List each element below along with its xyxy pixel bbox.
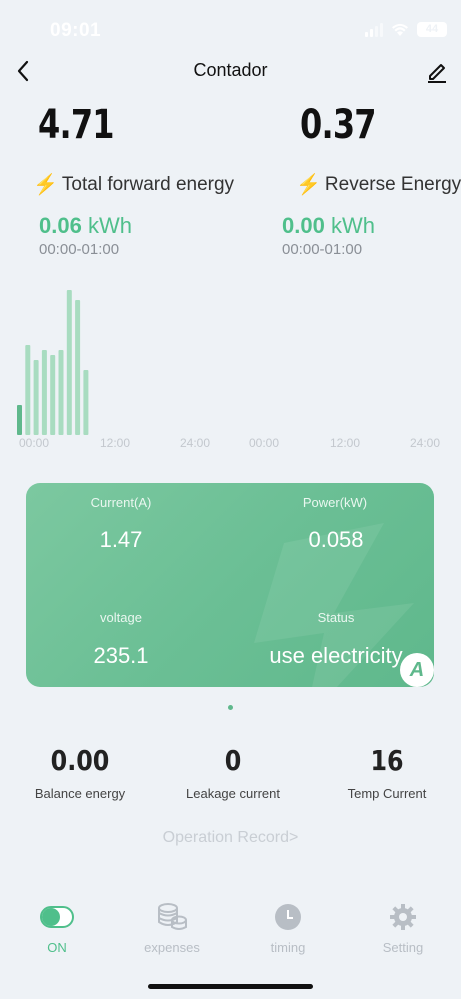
forward-energy-label: ⚡ Total forward energy xyxy=(33,172,234,197)
forward-kwh: 0.06 kWh xyxy=(39,213,132,239)
chart-bar[interactable] xyxy=(33,360,39,435)
chart-tick-label: 12:00 xyxy=(100,436,130,450)
voltage-label: voltage xyxy=(100,610,142,625)
bolt-icon: ⚡ xyxy=(33,174,58,196)
status-time: 09:01 xyxy=(50,20,102,41)
chart-tick-label: 00:00 xyxy=(249,436,279,450)
page-indicator-dot xyxy=(228,705,233,710)
chart-bar[interactable] xyxy=(83,370,89,435)
chart-bar[interactable] xyxy=(17,405,22,435)
forward-kwh-value: 0.06 xyxy=(39,213,82,238)
chart-bar[interactable] xyxy=(25,345,31,435)
metrics-card[interactable]: Current(A) 1.47 Power(kW) 0.058 voltage … xyxy=(26,483,434,687)
balance-energy-value: 0.00 xyxy=(50,744,110,777)
power-label: Power(kW) xyxy=(302,495,368,510)
signal-icon xyxy=(365,22,383,37)
reverse-kwh-value: 0.00 xyxy=(282,213,325,238)
energy-bar-chart[interactable]: 00:00 12:00 24:00 00:00 12:00 24:00 xyxy=(0,280,461,455)
bolt-icon: ⚡ xyxy=(296,174,321,196)
chart-bar[interactable] xyxy=(50,355,56,435)
nav-expenses-label: expenses xyxy=(144,940,200,955)
leakage-current-label: Leakage current xyxy=(186,786,280,801)
status-value: use electricity xyxy=(269,643,403,668)
leakage-current-value: 0 xyxy=(224,744,242,777)
wifi-icon xyxy=(392,23,408,36)
nav-setting-label: Setting xyxy=(382,940,424,955)
nav-timing[interactable]: timing xyxy=(243,900,333,955)
forward-range: 00:00-01:00 xyxy=(39,241,120,258)
reverse-kwh: 0.00 kWh xyxy=(282,213,375,239)
operation-record-link[interactable]: Operation Record> xyxy=(0,829,461,847)
forward-kwh-unit: kWh xyxy=(87,213,132,238)
reverse-energy-label: ⚡ Reverse Energy T xyxy=(296,172,461,197)
mode-badge[interactable]: A xyxy=(400,653,434,687)
nav-on-label: ON xyxy=(47,940,67,955)
clock-icon xyxy=(275,904,301,930)
pencil-icon xyxy=(428,64,446,83)
temp-current-value: 16 xyxy=(370,744,404,777)
status-icons: 44 xyxy=(365,22,447,37)
reverse-kwh-unit: kWh xyxy=(330,213,375,238)
reverse-range: 00:00-01:00 xyxy=(282,241,363,258)
temp-current-label: Temp Current xyxy=(347,786,427,801)
nav-setting[interactable]: Setting xyxy=(358,900,448,955)
battery-icon: 44 xyxy=(417,22,447,37)
page-title: Contador xyxy=(193,60,268,80)
home-indicator xyxy=(148,984,313,989)
chart-bar[interactable] xyxy=(41,350,47,435)
toggle-icon xyxy=(40,906,74,928)
power-value: 0.058 xyxy=(308,527,364,552)
chart-tick-label: 00:00 xyxy=(19,436,49,450)
current-value: 1.47 xyxy=(99,527,143,552)
edit-button[interactable] xyxy=(425,58,449,84)
chart-tick-label: 24:00 xyxy=(410,436,440,450)
forward-energy-total: 4.71 xyxy=(38,102,115,148)
coins-icon xyxy=(158,903,187,930)
current-label: Current(A) xyxy=(90,495,152,510)
chart-tick-label: 12:00 xyxy=(330,436,360,450)
chart-tick-label: 24:00 xyxy=(180,436,210,450)
chart-bar[interactable] xyxy=(58,350,64,435)
balance-energy-label: Balance energy xyxy=(34,786,126,801)
chart-bar[interactable] xyxy=(75,300,81,435)
reverse-energy-total: 0.37 xyxy=(300,102,377,148)
nav-timing-label: timing xyxy=(270,940,306,955)
chart-bar[interactable] xyxy=(66,290,72,435)
forward-energy-label-text: Total forward energy xyxy=(61,173,235,195)
reverse-energy-label-text: Reverse Energy T xyxy=(324,173,461,195)
voltage-value: 235.1 xyxy=(93,643,149,668)
nav-on[interactable]: ON xyxy=(12,900,102,955)
status-label: Status xyxy=(317,610,355,625)
nav-expenses[interactable]: expenses xyxy=(127,900,217,955)
gear-icon xyxy=(390,904,416,930)
